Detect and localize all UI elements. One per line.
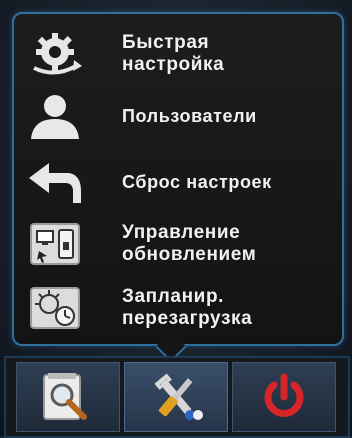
undo-icon xyxy=(20,155,90,209)
menu-item-label: Быстрая настройка xyxy=(122,32,225,75)
menu-item-scheduled-reboot[interactable]: Запланир. перезагрузка xyxy=(20,278,340,338)
user-icon xyxy=(20,89,90,143)
menu-item-label: Сброс настроек xyxy=(122,172,272,192)
menu-item-label: Управление обновлением xyxy=(122,222,257,265)
search-button[interactable] xyxy=(16,362,120,432)
menu-item-users[interactable]: Пользователи xyxy=(20,86,340,146)
update-icon xyxy=(20,217,90,271)
schedule-reboot-icon xyxy=(20,281,90,335)
menu-item-label: Пользователи xyxy=(122,106,257,126)
gear-icon xyxy=(20,27,90,81)
search-icon xyxy=(43,373,87,420)
tools-icon xyxy=(154,373,203,420)
power-button[interactable] xyxy=(232,362,336,432)
menu-item-label: Запланир. перезагрузка xyxy=(122,286,253,329)
menu-item-reset-settings[interactable]: Сброс настроек xyxy=(20,152,340,212)
power-icon xyxy=(264,373,304,417)
tools-button[interactable] xyxy=(124,362,228,432)
menu-item-quick-setup[interactable]: Быстрая настройка xyxy=(20,24,340,84)
menu-item-update-management[interactable]: Управление обновлением xyxy=(20,214,340,274)
